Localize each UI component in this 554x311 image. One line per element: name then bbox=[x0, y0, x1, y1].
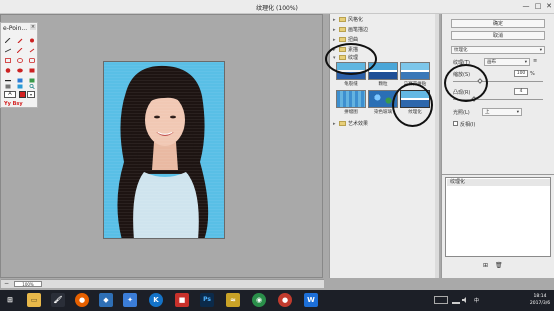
category-brush-strokes[interactable]: ▸ 画笔描边 bbox=[333, 26, 437, 34]
ellipse-icon[interactable] bbox=[17, 58, 23, 63]
filled-ellipse-icon[interactable] bbox=[17, 68, 23, 73]
light-label: 光照(L) bbox=[453, 110, 470, 116]
line-icon[interactable] bbox=[5, 48, 11, 53]
chevron-down-icon: ▾ bbox=[539, 48, 542, 53]
scaling-field[interactable]: 100 bbox=[514, 70, 528, 77]
patchwork-thumb[interactable] bbox=[336, 90, 366, 108]
thumb-label-patchwork: 拼缀图 bbox=[344, 110, 358, 115]
thumb-label-grain: 颗粒 bbox=[378, 82, 388, 87]
filled-rect-icon[interactable] bbox=[29, 68, 35, 73]
clock-date: 2017/3/6 bbox=[529, 301, 551, 306]
palette-close-button[interactable]: × bbox=[30, 24, 36, 30]
effect-layer-row[interactable]: 纹理化 bbox=[447, 179, 550, 186]
category-stylize[interactable]: ▸ 风格化 bbox=[333, 16, 437, 24]
folder-icon bbox=[339, 17, 346, 22]
network-icon[interactable] bbox=[452, 296, 460, 304]
k-app-icon[interactable]: K bbox=[149, 293, 163, 307]
scaling-unit: % bbox=[530, 71, 535, 77]
clock[interactable]: 18:14 2017/3/6 bbox=[529, 293, 551, 307]
text-icon[interactable] bbox=[29, 78, 35, 83]
cancel-button[interactable]: 取消 bbox=[451, 31, 545, 40]
window-title: 纹理化 (100%) bbox=[256, 5, 298, 12]
chevron-down-icon: ▾ bbox=[516, 110, 519, 115]
zoom-bar: − 100% bbox=[1, 279, 324, 288]
line2-icon[interactable] bbox=[5, 78, 11, 83]
invert-label: 反相(I) bbox=[460, 122, 476, 128]
portrait-illustration bbox=[104, 62, 224, 238]
delete-effect-layer-icon[interactable]: 🗑 bbox=[495, 262, 503, 269]
chevron-down-icon: ▾ bbox=[524, 60, 527, 65]
red-app-icon[interactable]: ■ bbox=[175, 293, 189, 307]
title-bar: 纹理化 (100%) — □ ✕ bbox=[0, 0, 554, 14]
annotation-circle-texturizer-thumb bbox=[392, 83, 433, 127]
preview-image[interactable] bbox=[103, 61, 225, 239]
texture-menu-icon[interactable]: ≡ bbox=[533, 58, 537, 64]
taskbar: ⊞ ▭ 🖌 ● ◆ ✦ K ■ Ps ≈ ◉ ● W 中 18:14 2017/… bbox=[0, 290, 554, 311]
image-icon[interactable] bbox=[17, 84, 23, 89]
thunderbird-icon[interactable]: ◆ bbox=[99, 293, 113, 307]
folder-icon bbox=[339, 27, 346, 32]
wps-icon[interactable]: W bbox=[304, 293, 318, 307]
language-indicator[interactable]: 中 bbox=[474, 297, 479, 304]
keyboard-icon[interactable] bbox=[434, 296, 448, 304]
effect-layer-list[interactable]: 纹理化 bbox=[445, 177, 551, 257]
firefox-icon[interactable]: ● bbox=[75, 293, 89, 307]
effect-layers-panel: 纹理化 ⊞ 🗑 bbox=[441, 174, 554, 278]
preview-area[interactable]: − 100% bbox=[0, 14, 324, 288]
palette-selection-field[interactable]: A bbox=[4, 91, 16, 98]
close-button[interactable]: ✕ bbox=[544, 2, 554, 11]
bird-icon[interactable]: ✦ bbox=[123, 293, 137, 307]
brush2-icon[interactable] bbox=[17, 48, 23, 53]
photoshop-icon[interactable]: Ps bbox=[200, 293, 214, 307]
eraser-icon[interactable] bbox=[29, 48, 35, 53]
windows-start-icon[interactable]: ⊞ bbox=[3, 293, 17, 307]
filled-circle-icon[interactable] bbox=[5, 68, 11, 73]
gallery-scrollbar[interactable] bbox=[435, 14, 439, 278]
paint-icon[interactable]: 🖌 bbox=[51, 293, 65, 307]
clock-time: 18:14 bbox=[533, 294, 547, 299]
brush-icon[interactable] bbox=[29, 38, 35, 43]
invert-checkbox[interactable] bbox=[453, 121, 458, 126]
zoom-out-icon[interactable]: − bbox=[4, 280, 9, 287]
minimize-button[interactable]: — bbox=[521, 2, 531, 11]
mosaic-tiles-thumb[interactable] bbox=[400, 62, 430, 80]
annotation-circle-settings bbox=[444, 64, 488, 102]
new-effect-layer-icon[interactable]: ⊞ bbox=[483, 262, 488, 269]
texture-select[interactable]: 画布 ▾ bbox=[484, 58, 530, 66]
foreground-color-swatch[interactable] bbox=[19, 91, 26, 98]
file-explorer-icon[interactable]: ▭ bbox=[27, 293, 41, 307]
palette-title: e-Poin... bbox=[3, 25, 28, 32]
zoom-field[interactable]: 100% bbox=[14, 281, 42, 287]
annotation-circle-texture-category bbox=[325, 43, 377, 75]
magnifier-icon[interactable] bbox=[29, 84, 35, 89]
folder-icon bbox=[339, 37, 346, 42]
volume-icon[interactable] bbox=[462, 296, 470, 304]
folder-icon bbox=[339, 121, 346, 126]
light-select[interactable]: 上 ▾ bbox=[482, 108, 522, 116]
screen-icon[interactable] bbox=[5, 84, 11, 89]
media-app-icon[interactable]: ● bbox=[278, 293, 292, 307]
filter-select[interactable]: 纹理化 ▾ bbox=[451, 46, 545, 54]
palette-dropdown[interactable]: ▾ bbox=[27, 91, 35, 98]
rect-icon[interactable] bbox=[5, 58, 11, 63]
palette-brand: Yy Bsy bbox=[4, 101, 23, 107]
ok-button[interactable]: 确定 bbox=[451, 19, 545, 28]
chrome-icon[interactable]: ◉ bbox=[252, 293, 266, 307]
yellow-app-icon[interactable]: ≈ bbox=[226, 293, 240, 307]
thumb-label-craquelure: 龟裂缝 bbox=[344, 82, 358, 87]
dropper-icon[interactable] bbox=[17, 38, 23, 43]
pen-icon[interactable] bbox=[5, 38, 11, 43]
relief-field[interactable]: 4 bbox=[514, 88, 528, 95]
rounded-rect-icon[interactable] bbox=[29, 58, 35, 63]
arrow-icon[interactable] bbox=[17, 78, 23, 83]
layer-actions: ⊞ 🗑 bbox=[445, 259, 551, 275]
tool-palette[interactable]: e-Poin... × A ▾ Yy Bsy bbox=[0, 22, 38, 108]
maximize-button[interactable]: □ bbox=[533, 2, 543, 11]
